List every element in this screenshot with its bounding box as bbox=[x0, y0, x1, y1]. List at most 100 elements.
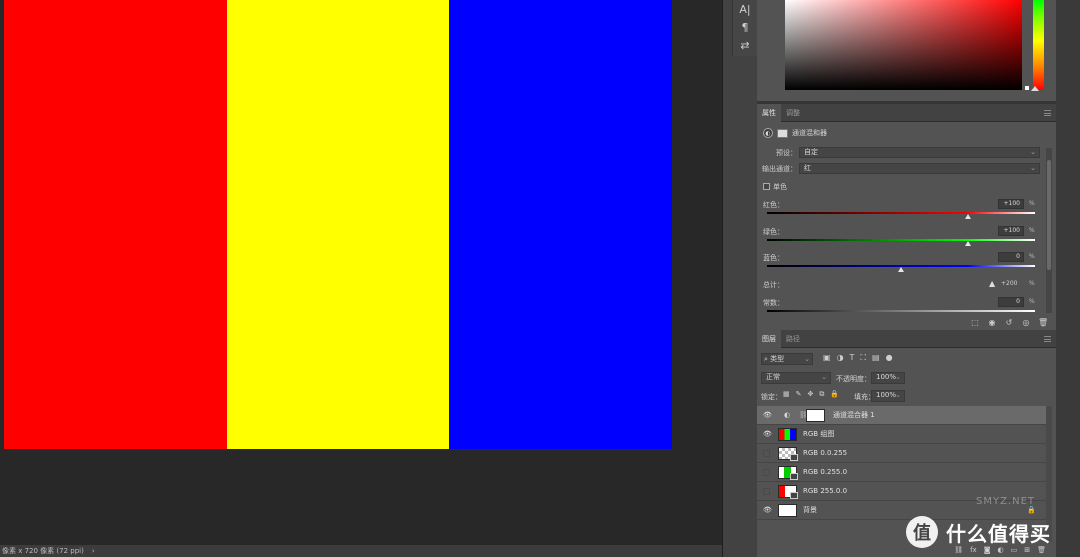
layer-row-rgb-green[interactable]: RGB 0.255.0 bbox=[757, 463, 1046, 482]
blue-stripe bbox=[449, 0, 672, 449]
type-filter-icon[interactable]: T bbox=[850, 353, 855, 363]
character-icon[interactable]: A| bbox=[733, 0, 757, 18]
tab-layers[interactable]: 图层 bbox=[757, 330, 781, 348]
layer-thumbnail bbox=[778, 447, 798, 461]
blue-value-field[interactable]: 0 bbox=[998, 252, 1024, 262]
adjustment-filter-icon[interactable]: ◑ bbox=[837, 353, 844, 363]
hue-slider[interactable] bbox=[1033, 0, 1044, 90]
red-slider-track[interactable] bbox=[767, 212, 1035, 214]
layer-name: 通道混合器 1 bbox=[833, 411, 875, 419]
lock-pixels-icon[interactable]: ✎ bbox=[796, 390, 802, 399]
opacity-field[interactable]: 100% ⌄ bbox=[871, 372, 905, 384]
monochrome-checkbox[interactable] bbox=[763, 183, 770, 190]
total-value: +200 bbox=[1001, 280, 1018, 287]
green-slider-thumb[interactable] bbox=[965, 241, 971, 246]
fill-field[interactable]: 100% ⌄ bbox=[871, 390, 905, 402]
constant-value-field[interactable]: 0 bbox=[998, 297, 1024, 307]
clip-to-layer-icon[interactable]: ⬚ bbox=[970, 318, 980, 327]
tab-paths[interactable]: 路径 bbox=[781, 330, 805, 348]
red-value-field[interactable]: +100 bbox=[998, 199, 1024, 209]
lock-position-icon[interactable]: ✥ bbox=[808, 390, 814, 399]
panel-menu-icon[interactable] bbox=[1044, 336, 1051, 342]
chevron-down-icon: ⌄ bbox=[804, 355, 810, 363]
reset-icon[interactable]: ↺ bbox=[1004, 318, 1014, 327]
chevron-down-icon: ⌄ bbox=[895, 373, 901, 381]
lock-artboard-icon[interactable]: ⧉ bbox=[819, 390, 824, 399]
visibility-toggle-off[interactable] bbox=[763, 488, 770, 495]
document-canvas[interactable] bbox=[4, 0, 672, 449]
canvas-area[interactable] bbox=[0, 0, 722, 545]
eye-icon[interactable]: 👁 bbox=[763, 507, 772, 514]
layer-row-rgb-blue[interactable]: RGB 0.0.255 bbox=[757, 444, 1046, 463]
constant-slider-track[interactable] bbox=[767, 310, 1035, 312]
layer-name: RGB 组图 bbox=[803, 430, 835, 438]
status-bar: 像素 x 720 像素 (72 ppi) › bbox=[0, 545, 722, 557]
smart-object-filter-icon[interactable]: ▤ bbox=[872, 353, 880, 363]
scrollbar-thumb[interactable] bbox=[1047, 160, 1051, 270]
preset-row: 预设： 自定 ⌄ bbox=[757, 147, 1047, 159]
visibility-toggle-off[interactable] bbox=[763, 469, 770, 476]
tab-properties[interactable]: 属性 bbox=[757, 104, 781, 122]
green-slider-track[interactable] bbox=[767, 239, 1035, 241]
adjustment-layer-icon: ◐ bbox=[763, 128, 773, 138]
eye-icon[interactable]: 👁 bbox=[763, 431, 772, 438]
layer-mask-thumbnail[interactable] bbox=[806, 409, 825, 422]
layer-filter-dropdown[interactable]: ⌕ 类型 ⌄ bbox=[761, 353, 813, 365]
right-panels: 属性 调整 ◐ 通道混和器 预设： 自定 ⌄ 输出通道： 红 ⌄ 单色 红色： … bbox=[757, 0, 1080, 557]
properties-panel: ◐ 通道混和器 预设： 自定 ⌄ 输出通道： 红 ⌄ 单色 红色： +100 %… bbox=[757, 122, 1056, 330]
blue-slider-thumb[interactable] bbox=[898, 267, 904, 272]
preset-dropdown[interactable]: 自定 ⌄ bbox=[799, 147, 1040, 158]
visibility-toggle-off[interactable] bbox=[763, 450, 770, 457]
panel-dock-edge bbox=[1056, 0, 1080, 557]
output-channel-row: 输出通道： 红 ⌄ bbox=[757, 163, 1047, 175]
eye-icon[interactable]: 👁 bbox=[763, 412, 772, 419]
chevron-down-icon: ⌄ bbox=[1030, 148, 1036, 156]
adjust-sliders-icon[interactable]: ⇄ bbox=[733, 36, 757, 54]
layer-row-channel-mixer[interactable]: 👁 ◐ ⛓ 通道混合器 1 bbox=[757, 406, 1046, 425]
blue-slider-row: 蓝色： 0 % bbox=[757, 252, 1047, 274]
properties-footer: ⬚ ◉ ↺ ◎ 🗑 bbox=[757, 315, 1056, 330]
properties-tabbar: 属性 调整 bbox=[757, 104, 1056, 122]
panel-menu-icon[interactable] bbox=[1044, 110, 1051, 116]
watermark: SMYZ.NET 值 什么值得买 bbox=[906, 496, 1080, 552]
layer-filter-icons: ▣ ◑ T ⛶ ▤ ● bbox=[823, 353, 893, 363]
lock-icons: ▦ ✎ ✥ ⧉ 🔒 bbox=[783, 390, 839, 399]
pixel-filter-icon[interactable]: ▣ bbox=[823, 353, 831, 363]
chevron-down-icon: ⌄ bbox=[895, 391, 901, 399]
color-picker-field[interactable] bbox=[785, 0, 1022, 90]
layer-name: RGB 255.0.0 bbox=[803, 487, 848, 495]
trash-icon[interactable]: 🗑 bbox=[1038, 318, 1048, 327]
total-row: 总计： ▲ +200 % bbox=[757, 279, 1047, 290]
hue-slider-marker[interactable] bbox=[1031, 86, 1039, 91]
percent-sign: % bbox=[1029, 253, 1035, 260]
search-icon: ⌕ bbox=[764, 355, 768, 363]
output-channel-dropdown[interactable]: 红 ⌄ bbox=[799, 163, 1040, 174]
watermark-logo: 值 bbox=[906, 516, 938, 548]
lock-all-icon[interactable]: 🔒 bbox=[830, 390, 839, 399]
visibility-icon[interactable]: ◎ bbox=[1021, 318, 1031, 327]
shape-filter-icon[interactable]: ⛶ bbox=[860, 353, 866, 363]
tab-adjustments[interactable]: 调整 bbox=[781, 104, 805, 122]
properties-scrollbar[interactable] bbox=[1046, 148, 1052, 313]
preset-value: 自定 bbox=[804, 148, 818, 156]
layer-thumbnail bbox=[778, 428, 797, 441]
layer-thumbnail bbox=[778, 466, 798, 480]
smart-object-icon bbox=[790, 454, 798, 461]
mask-icon[interactable] bbox=[777, 128, 788, 138]
green-label: 绿色： bbox=[763, 228, 784, 236]
filter-toggle-icon[interactable]: ● bbox=[886, 353, 893, 363]
green-value-field[interactable]: +100 bbox=[998, 226, 1024, 236]
red-slider-thumb[interactable] bbox=[965, 214, 971, 219]
percent-sign: % bbox=[1029, 298, 1035, 305]
color-picker-marker[interactable] bbox=[1025, 86, 1029, 90]
lock-transparency-icon[interactable]: ▦ bbox=[783, 390, 790, 399]
view-previous-icon[interactable]: ◉ bbox=[987, 318, 997, 327]
percent-sign: % bbox=[1029, 200, 1035, 207]
blend-mode-dropdown[interactable]: 正常 ⌄ bbox=[761, 372, 831, 384]
layer-row-rgb-group[interactable]: 👁 RGB 组图 bbox=[757, 425, 1046, 444]
paragraph-icon[interactable]: ¶ bbox=[733, 18, 757, 36]
status-arrow-icon[interactable]: › bbox=[92, 547, 95, 555]
smart-object-icon bbox=[790, 473, 798, 480]
opacity-label: 不透明度： bbox=[836, 375, 871, 383]
preset-label: 预设： bbox=[776, 149, 797, 157]
